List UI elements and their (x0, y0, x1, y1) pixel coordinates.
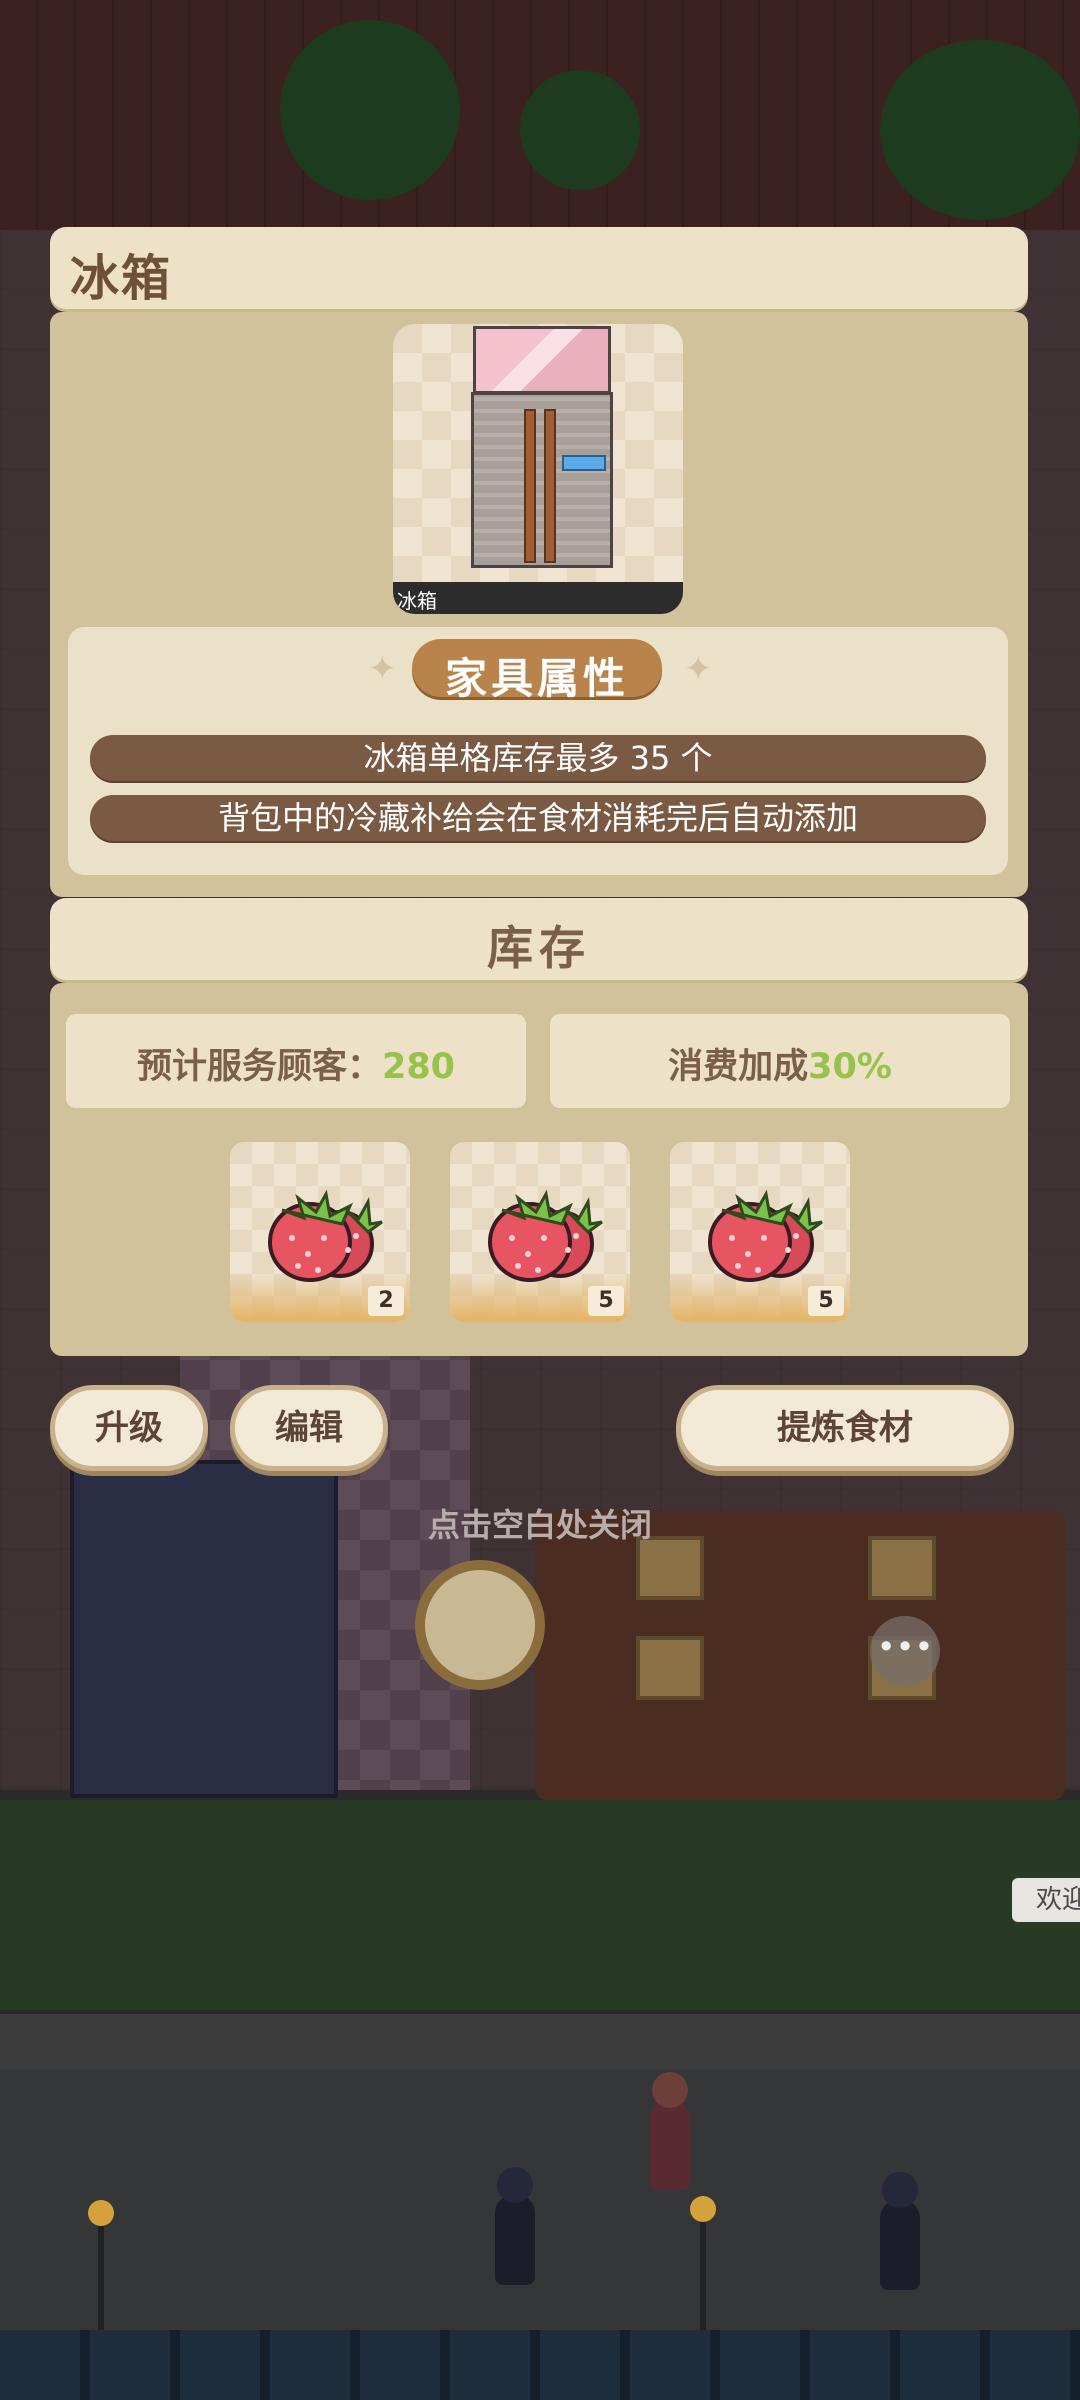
upgrade-button[interactable]: 升级 (50, 1385, 208, 1471)
inventory-panel: 预计服务顾客：280 消费加成30% 2 5 5 (50, 983, 1028, 1356)
attribute-row: 冰箱单格库存最多 35 个 (90, 735, 986, 781)
fridge-icon (471, 326, 613, 568)
served-customers-value: 280 (381, 1047, 456, 1087)
edit-button[interactable]: 编辑 (230, 1385, 388, 1471)
tree (520, 70, 640, 190)
dining-carpet (535, 1510, 1065, 1800)
attribute-row: 背包中的冷藏补给会在食材消耗完后自动添加 (90, 795, 986, 841)
pedestrian-character (495, 2167, 535, 2285)
attributes-title-pill: 家具属性 (412, 639, 662, 703)
dining-table[interactable] (636, 1636, 704, 1700)
pedestrian-character (650, 2072, 690, 2190)
attribute-text: 背包中的冷藏补给会在食材消耗完后自动添加 (217, 799, 858, 837)
sidewalk (0, 2010, 1080, 2074)
lamp-light (88, 2200, 114, 2226)
welcome-sign: 欢迎 (1012, 1878, 1080, 1922)
item-count: 5 (588, 1286, 624, 1316)
preview-caption-bar: 冰箱 (393, 582, 683, 614)
clock-decoration[interactable] (415, 1560, 545, 1690)
inventory-title: 库存 (487, 921, 591, 975)
furniture-preview: 冰箱 (393, 324, 683, 614)
served-customers-label: 预计服务顾客： (136, 1047, 382, 1087)
grass-area (0, 1800, 1080, 2020)
strawberry-icon (708, 1189, 823, 1282)
inventory-item-slot[interactable]: 5 (450, 1142, 630, 1322)
inventory-item-slot[interactable]: 2 (230, 1142, 410, 1322)
served-customers-stat: 预计服务顾客：280 (66, 1014, 526, 1108)
item-count: 5 (808, 1286, 844, 1316)
consumption-bonus-label: 消费加成 (668, 1047, 809, 1087)
page-title: 冰箱 (70, 250, 173, 307)
tree (280, 20, 460, 200)
attributes-section: ✦ 家具属性 ✦ 冰箱单格库存最多 35 个 背包中的冷藏补给会在食材消耗完后自… (68, 627, 1008, 875)
pedestrian-character (880, 2172, 920, 2290)
sparkle-icon: ✦ (684, 649, 713, 689)
furniture-info-panel: 冰箱 ✦ 家具属性 ✦ 冰箱单格库存最多 35 个 背包中的冷藏补给会在食材消耗… (50, 312, 1028, 897)
attribute-text: 冰箱单格库存最多 35 个 (363, 739, 713, 777)
lamp-light (690, 2196, 716, 2222)
consumption-bonus-stat: 消费加成30% (550, 1014, 1010, 1108)
dialog-title-bar: 冰箱 (50, 227, 1028, 309)
street (0, 2070, 1080, 2330)
item-count: 2 (368, 1286, 404, 1316)
lamp-post (98, 2215, 104, 2335)
refine-ingredients-button[interactable]: 提炼食材 (676, 1385, 1014, 1471)
strawberry-icon (268, 1189, 383, 1282)
sparkle-icon: ✦ (368, 649, 397, 689)
consumption-bonus-value: 30% (808, 1047, 892, 1087)
lamp-post (700, 2210, 706, 2330)
inventory-item-slot[interactable]: 5 (670, 1142, 850, 1322)
railing (0, 2330, 1080, 2400)
attributes-title: 家具属性 (444, 654, 629, 703)
preview-caption: 冰箱 (397, 589, 437, 613)
tap-to-close-hint: 点击空白处关闭 (427, 1506, 652, 1544)
tree (880, 40, 1080, 220)
more-options-button[interactable]: ••• (870, 1616, 940, 1686)
strawberry-icon (488, 1189, 603, 1282)
inventory-header: 库存 (50, 898, 1028, 980)
